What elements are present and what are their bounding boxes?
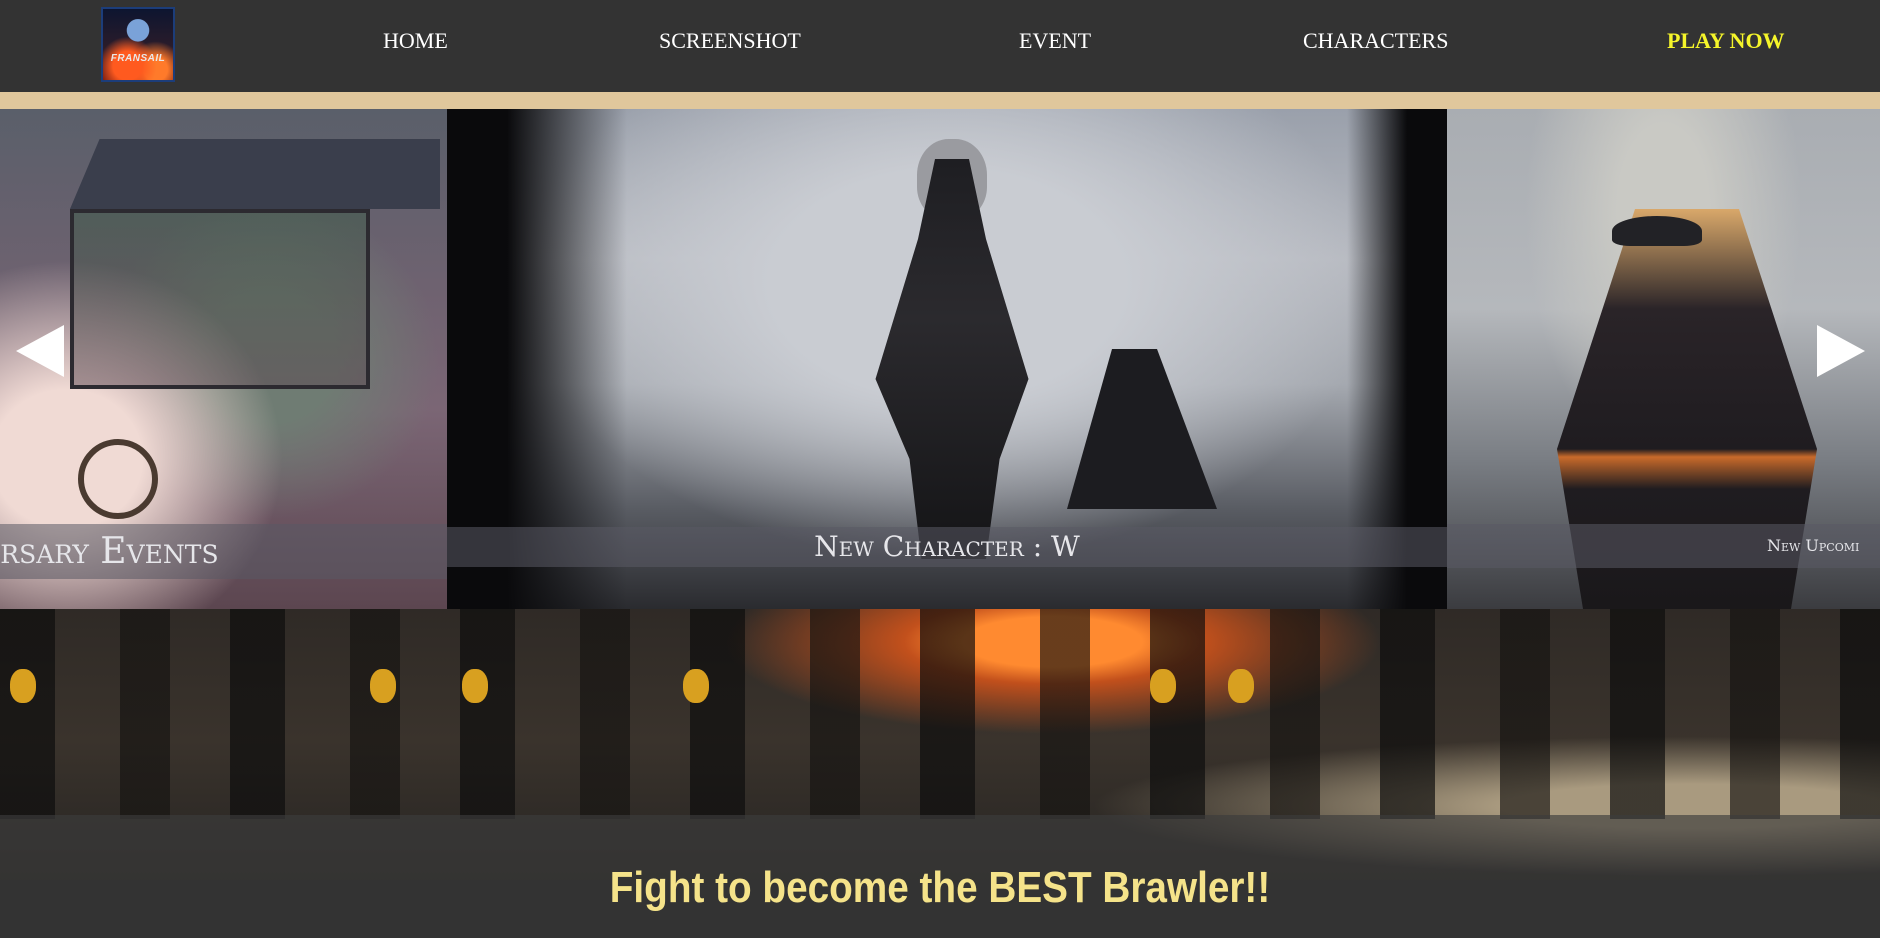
light-orb-icon — [1150, 669, 1176, 703]
debris-illustration — [1067, 349, 1217, 509]
carousel-next-arrow-icon[interactable] — [1817, 325, 1865, 377]
logo-text: FRANSAIL — [110, 53, 166, 64]
slide-caption-prev: versary Events — [0, 524, 447, 579]
light-orb-icon — [370, 669, 396, 703]
nav-characters-link[interactable]: CHARACTERS — [1303, 28, 1448, 54]
cart-wheel-illustration — [78, 439, 158, 519]
character-figure-illustration — [875, 159, 1029, 559]
nav-divider-stripe — [0, 92, 1880, 109]
character-hat-illustration — [1612, 216, 1702, 246]
event-carousel: versary Events New Character : W New Upc… — [0, 109, 1880, 609]
nav-screenshot-link[interactable]: SCREENSHOT — [659, 28, 801, 54]
slide-caption-next: New Upcomi — [1447, 524, 1880, 568]
light-orb-icon — [10, 669, 36, 703]
nav-event-link[interactable]: EVENT — [1019, 28, 1091, 54]
crowd-illustration — [0, 609, 1880, 819]
nav-home-link[interactable]: HOME — [383, 28, 448, 54]
hero-banner: Fight to become the BEST Brawler!! — [0, 609, 1880, 938]
light-orb-icon — [683, 669, 709, 703]
slide-caption-prev-text: versary Events — [0, 531, 219, 572]
nav-play-now-link[interactable]: PLAY NOW — [1667, 28, 1785, 54]
light-orb-icon — [462, 669, 488, 703]
market-stall-illustration — [70, 139, 440, 209]
light-orb-icon — [1228, 669, 1254, 703]
slide-caption-current: New Character : W — [447, 527, 1447, 567]
banner-tagline: Fight to become the BEST Brawler!! — [609, 863, 1271, 912]
flower-shelf-illustration — [70, 209, 370, 389]
top-navbar: FRANSAIL HOME SCREENSHOT EVENT CHARACTER… — [0, 0, 1880, 92]
game-logo[interactable]: FRANSAIL — [101, 7, 175, 82]
carousel-prev-arrow-icon[interactable] — [16, 325, 64, 377]
